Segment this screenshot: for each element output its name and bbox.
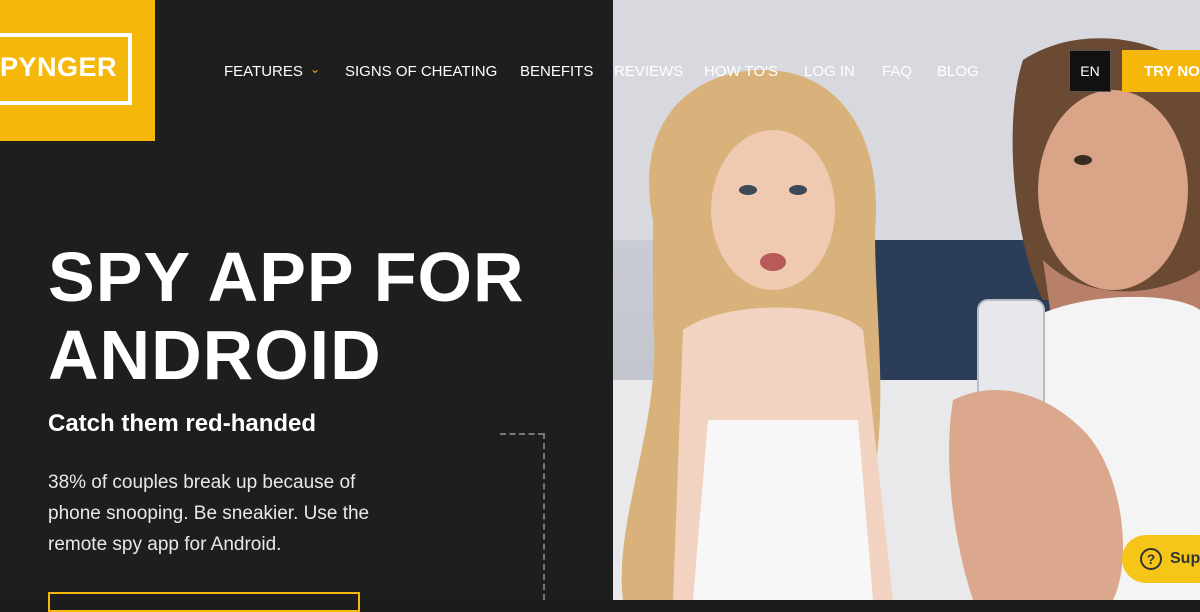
language-switcher[interactable]: EN xyxy=(1069,50,1111,92)
support-chat-button[interactable]: ? Sup xyxy=(1122,535,1200,583)
logo-text: PYNGER xyxy=(0,52,118,82)
nav-item-blog[interactable]: BLOG xyxy=(937,63,979,80)
hero-photo xyxy=(613,0,1200,600)
nav-item-log-in[interactable]: LOG IN xyxy=(804,63,855,80)
nav-item-how-tos[interactable]: HOW TO'S xyxy=(704,63,778,80)
brand-logo[interactable]: PYNGER xyxy=(0,0,155,141)
nav-item-faq[interactable]: FAQ xyxy=(882,63,912,80)
nav-item-signs-of-cheating[interactable]: SIGNS OF CHEATING xyxy=(345,63,497,80)
hero-body-line3: remote spy app for Android. xyxy=(48,534,282,555)
hero-body-line2: phone snooping. Be sneakier. Use the xyxy=(48,503,370,524)
hero-subtitle: Catch them red-handed xyxy=(48,410,317,437)
nav-item-features[interactable]: FEATURES xyxy=(224,63,303,80)
hero-title: SPY APP FOR ANDROID xyxy=(48,238,525,394)
try-now-button[interactable]: TRY NO xyxy=(1122,50,1200,92)
couple-photo-illustration xyxy=(613,0,1200,600)
hero-title-line2: ANDROID xyxy=(48,316,382,394)
nav-item-reviews[interactable]: REVIEWS xyxy=(614,63,683,80)
decorative-dashed-line xyxy=(500,433,544,435)
hero-body-line1: 38% of couples break up because of xyxy=(48,472,356,493)
support-label: Sup xyxy=(1170,550,1200,567)
hero-title-line1: SPY APP FOR xyxy=(48,238,525,316)
chevron-down-icon[interactable]: ⌄ xyxy=(310,62,320,76)
nav-item-benefits[interactable]: BENEFITS xyxy=(520,63,593,80)
hero-cta-button[interactable] xyxy=(48,592,360,612)
decorative-dashed-line-vertical xyxy=(543,433,545,600)
hero-body-text: 38% of couples break up because of phone… xyxy=(48,467,448,560)
help-icon: ? xyxy=(1140,548,1162,570)
